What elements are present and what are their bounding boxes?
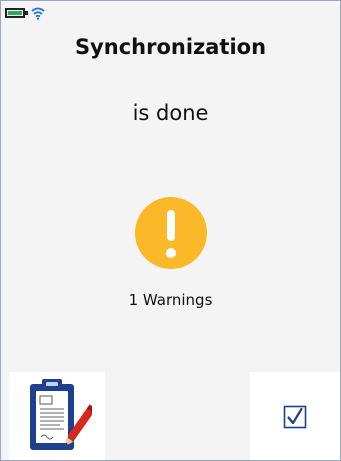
warnings-count-label[interactable]: 1 Warnings xyxy=(1,291,340,309)
wifi-icon xyxy=(31,7,45,20)
checkbox-checked-icon xyxy=(283,405,307,428)
report-button[interactable] xyxy=(9,372,105,460)
warning-exclamation-icon xyxy=(135,197,207,269)
sync-result-screen: Synchronization is done 1 Warnings xyxy=(0,0,341,461)
page-title: Synchronization xyxy=(74,35,267,59)
confirm-button[interactable] xyxy=(250,372,340,460)
status-bar xyxy=(5,5,45,21)
clipboard-pen-icon xyxy=(30,378,92,450)
battery-terminal xyxy=(25,11,28,15)
page-subtitle: is done xyxy=(132,101,209,125)
battery-icon xyxy=(5,8,28,18)
battery-level-fill xyxy=(8,11,22,15)
